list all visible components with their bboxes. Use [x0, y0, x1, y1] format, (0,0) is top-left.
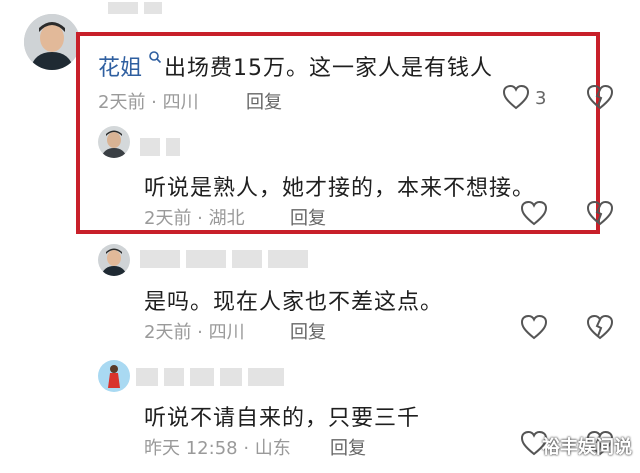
- comment-text: 听说不请自来的，只要三千: [144, 406, 421, 431]
- avatar[interactable]: [98, 360, 130, 392]
- comment-text: 是吗。现在人家也不差这点。: [144, 290, 444, 315]
- broken-heart-icon[interactable]: [586, 314, 614, 340]
- person-avatar-icon: [98, 244, 130, 276]
- person-avatar-icon: [24, 14, 80, 70]
- redacted-username: [140, 138, 180, 156]
- heart-icon[interactable]: [520, 314, 548, 340]
- person-avatar-icon: [98, 126, 130, 158]
- heart-icon[interactable]: [502, 84, 530, 110]
- avatar[interactable]: [98, 244, 130, 276]
- comment-text: 听说是熟人，她才接的，本来不想接。: [144, 176, 536, 201]
- broken-heart-icon[interactable]: [586, 84, 614, 110]
- heart-icon[interactable]: [520, 200, 548, 226]
- person-avatar-icon: [98, 360, 130, 392]
- comment-meta: 2天前 · 四川: [98, 92, 199, 113]
- watermark: 裕丰娱间说: [542, 437, 632, 458]
- avatar[interactable]: [98, 126, 130, 158]
- redacted-username-top: [108, 2, 162, 14]
- comment-meta: 昨天 12:58 · 山东: [144, 438, 291, 459]
- comment-text: 出场费15万。这一家人是有钱人: [164, 56, 493, 81]
- redacted-username: [140, 250, 308, 268]
- reply-button[interactable]: 回复: [290, 204, 326, 230]
- comment-meta: 2天前 · 四川: [144, 322, 245, 343]
- search-icon[interactable]: [148, 50, 162, 64]
- comment-author[interactable]: 花姐: [98, 50, 142, 82]
- reply-button[interactable]: 回复: [246, 88, 282, 114]
- reply-button[interactable]: 回复: [330, 434, 366, 460]
- avatar[interactable]: [24, 14, 80, 70]
- redacted-username: [136, 368, 284, 386]
- like-count: 3: [535, 88, 547, 109]
- reply-button[interactable]: 回复: [290, 318, 326, 344]
- comment-meta: 2天前 · 湖北: [144, 208, 245, 229]
- broken-heart-icon[interactable]: [586, 200, 614, 226]
